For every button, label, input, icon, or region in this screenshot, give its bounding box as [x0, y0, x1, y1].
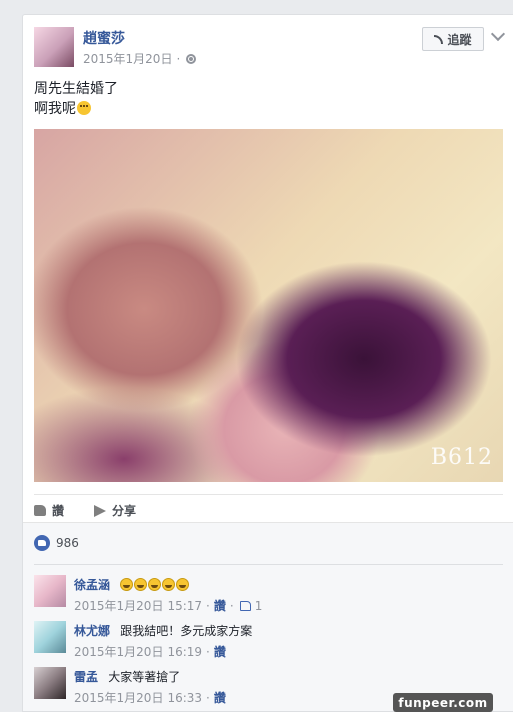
comment-like-link[interactable]: 讚 — [214, 689, 226, 706]
commenter-avatar[interactable] — [34, 575, 66, 607]
post-text-line2-wrap: 啊我呢 — [34, 99, 118, 119]
thumbs-up-icon — [34, 505, 46, 516]
comment-meta: 2015年1月20日 16:19 · 讚 — [74, 643, 226, 660]
comment-time[interactable]: 15:17 — [167, 599, 202, 613]
likes-count: 986 — [56, 536, 79, 550]
laughing-emoji-icon — [176, 578, 190, 591]
comment-emojis — [120, 578, 190, 592]
thumbs-up-icon — [239, 600, 251, 611]
share-arrow-icon — [94, 504, 107, 517]
comment-time[interactable]: 16:19 — [167, 645, 202, 659]
commenter-line: 林尤娜 跟我結吧！多元成家方案 — [74, 622, 252, 639]
commenter-avatar[interactable] — [34, 621, 66, 653]
post-text-line2: 啊我呢 — [34, 101, 76, 117]
laughing-emoji-icon — [148, 578, 162, 591]
globe-icon — [186, 53, 197, 64]
comments-section: 986 徐孟涵 2015年1月20日 15:17 · 讚 · 1 林尤娜 跟我結… — [23, 522, 513, 711]
photo-watermark: B612 — [430, 445, 493, 470]
share-label: 分享 — [112, 504, 137, 518]
site-watermark-badge: funpeer.com — [393, 693, 493, 712]
commenter-name[interactable]: 雷孟 — [74, 670, 98, 684]
follow-button[interactable]: 追蹤 — [422, 27, 484, 51]
rss-icon — [434, 34, 444, 44]
commenter-name[interactable]: 林尤娜 — [74, 624, 110, 638]
comment-like-link[interactable]: 讚 — [214, 643, 226, 660]
post-photo[interactable]: B612 — [34, 129, 503, 482]
commenter-line: 徐孟涵 — [74, 576, 190, 593]
comment-text: 跟我結吧！多元成家方案 — [120, 624, 253, 638]
likes-summary[interactable]: 986 — [34, 535, 79, 551]
meta-separator: · — [176, 51, 181, 66]
comment-meta: 2015年1月20日 16:33 · 讚 — [74, 689, 226, 706]
post-date[interactable]: 2015年1月20日 — [83, 50, 172, 67]
sweat-emoji-icon — [77, 101, 91, 115]
follow-label: 追蹤 — [447, 32, 472, 47]
author-avatar[interactable] — [34, 27, 74, 67]
post-text: 周先生結婚了 啊我呢 — [34, 79, 118, 119]
comment-item: 徐孟涵 2015年1月20日 15:17 · 讚 · 1 — [34, 573, 504, 617]
laughing-emoji-icon — [162, 578, 176, 591]
commenter-avatar[interactable] — [34, 667, 66, 699]
chevron-down-icon[interactable] — [490, 26, 506, 42]
post-meta: 2015年1月20日 · — [83, 50, 197, 67]
share-button[interactable]: 分享 — [94, 502, 136, 519]
comment-date[interactable]: 2015年1月20日 — [74, 689, 163, 706]
comment-text: 大家等著搶了 — [108, 670, 181, 684]
comment-like-link[interactable]: 讚 — [214, 597, 226, 614]
like-label: 讚 — [52, 504, 65, 518]
author-name[interactable]: 趙蜜莎 — [83, 28, 125, 48]
like-reaction-icon — [34, 535, 50, 551]
commenter-line: 雷孟 大家等著搶了 — [74, 668, 180, 685]
laughing-emoji-icon — [134, 578, 148, 591]
commenter-name[interactable]: 徐孟涵 — [74, 578, 110, 592]
divider — [34, 564, 503, 565]
comment-meta: 2015年1月20日 15:17 · 讚 · 1 — [74, 597, 263, 614]
laughing-emoji-icon — [120, 578, 134, 591]
action-bar: 讚 分享 — [34, 494, 503, 520]
comment-item: 林尤娜 跟我結吧！多元成家方案 2015年1月20日 16:19 · 讚 — [34, 619, 504, 663]
post-card: 趙蜜莎 2015年1月20日 · 追蹤 周先生結婚了 啊我呢 B612 讚 分享… — [22, 14, 513, 712]
like-button[interactable]: 讚 — [34, 502, 64, 519]
comment-time[interactable]: 16:33 — [167, 691, 202, 705]
comment-date[interactable]: 2015年1月20日 — [74, 597, 163, 614]
comment-like-count[interactable]: 1 — [255, 599, 263, 613]
post-text-line1: 周先生結婚了 — [34, 81, 118, 97]
comment-date[interactable]: 2015年1月20日 — [74, 643, 163, 660]
